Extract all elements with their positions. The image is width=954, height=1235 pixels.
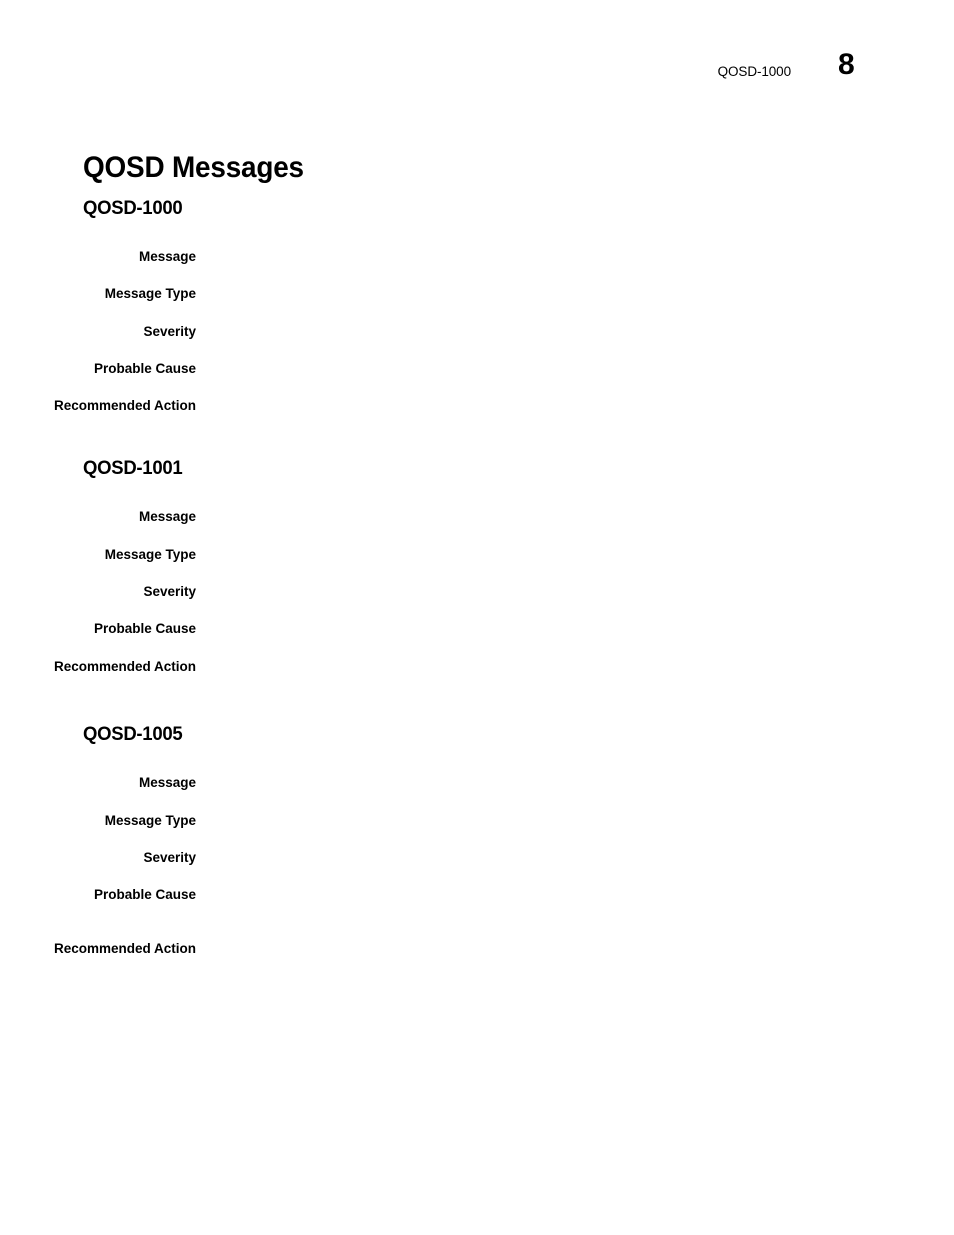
page-header: QOSD-1000 8 bbox=[0, 50, 954, 104]
document-page: QOSD-1000 8 QOSD Messages QOSD-1000 Messa… bbox=[0, 0, 954, 1235]
page-title: QOSD Messages bbox=[83, 151, 304, 185]
field-label: Message bbox=[138, 249, 196, 264]
field-value bbox=[212, 508, 912, 509]
field-value bbox=[212, 849, 912, 850]
field-label: Message bbox=[138, 775, 196, 790]
field-value bbox=[212, 360, 912, 361]
field-value bbox=[212, 886, 912, 887]
field-value bbox=[212, 774, 912, 775]
field-value bbox=[212, 546, 912, 547]
field-value bbox=[212, 940, 912, 941]
field-label: Probable Cause bbox=[93, 361, 196, 376]
field-label: Recommended Action bbox=[53, 659, 196, 674]
field-value bbox=[212, 658, 912, 659]
field-label: Severity bbox=[143, 850, 196, 865]
field-label: Message Type bbox=[104, 813, 196, 828]
header-chapter-label: QOSD-1000 bbox=[717, 64, 791, 79]
field-label: Probable Cause bbox=[93, 887, 196, 902]
field-label: Recommended Action bbox=[53, 941, 196, 956]
field-value bbox=[212, 812, 912, 813]
field-label: Recommended Action bbox=[53, 398, 196, 413]
page-number: 8 bbox=[838, 48, 855, 81]
field-value bbox=[212, 323, 912, 324]
section-heading-qosd-1000: QOSD-1000 bbox=[83, 197, 183, 219]
field-label: Severity bbox=[143, 324, 196, 339]
field-label: Message bbox=[138, 509, 196, 524]
field-label: Severity bbox=[143, 584, 196, 599]
field-value bbox=[212, 397, 912, 398]
field-label: Message Type bbox=[104, 547, 196, 562]
field-value bbox=[212, 285, 912, 286]
field-label: Probable Cause bbox=[93, 621, 196, 636]
field-value bbox=[212, 583, 912, 584]
field-value bbox=[212, 620, 912, 621]
section-heading-qosd-1001: QOSD-1001 bbox=[83, 457, 183, 479]
field-label: Message Type bbox=[104, 286, 196, 301]
field-value bbox=[212, 248, 912, 249]
section-heading-qosd-1005: QOSD-1005 bbox=[83, 723, 183, 745]
